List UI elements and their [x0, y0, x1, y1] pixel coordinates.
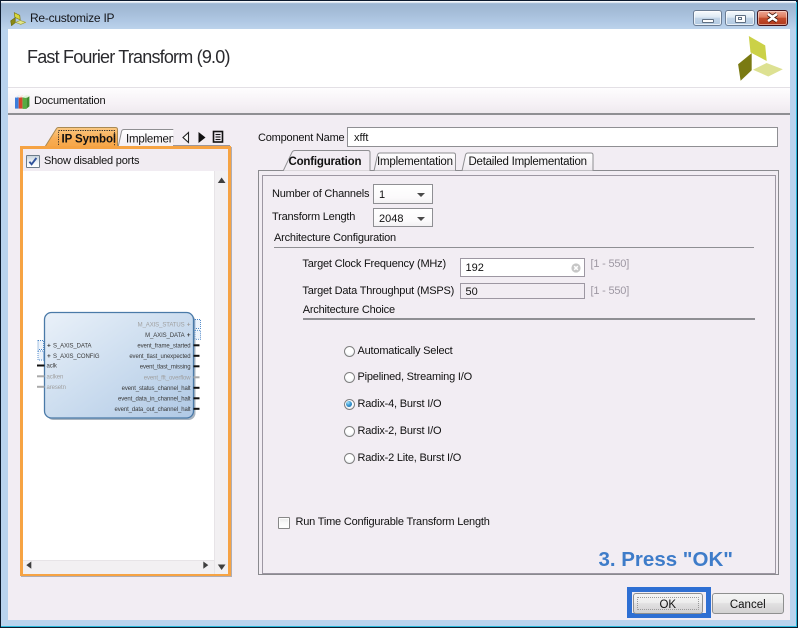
svg-text:Implementation: Implementation — [126, 134, 202, 146]
svg-text:Implementation: Implementation — [377, 156, 453, 168]
svg-text:Detailed Implementation: Detailed Implementation — [469, 156, 587, 168]
svg-text:Configuration: Configuration — [289, 156, 362, 168]
svg-text:IP Symbol: IP Symbol — [62, 134, 117, 146]
